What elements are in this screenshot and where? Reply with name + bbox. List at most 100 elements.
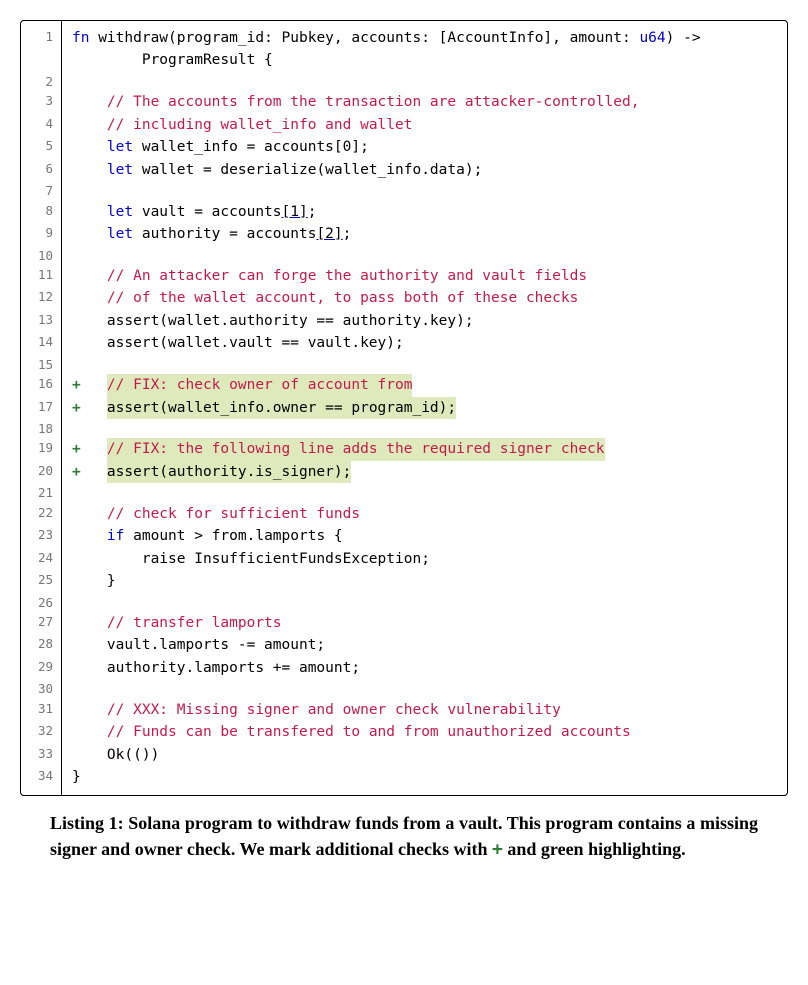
code-cell: [62, 246, 788, 265]
line-number: 2: [21, 72, 62, 91]
code-line: 15: [21, 355, 787, 374]
line-number: 15: [21, 355, 62, 374]
code-cell: [62, 679, 788, 698]
code-line: 11 // An attacker can forge the authorit…: [21, 265, 787, 287]
code-line: 19+ // FIX: the following line adds the …: [21, 438, 787, 460]
code-line: 25 }: [21, 570, 787, 592]
code-cell: // An attacker can forge the authority a…: [62, 265, 788, 287]
line-number: 20: [21, 461, 62, 483]
line-number: 29: [21, 657, 62, 679]
code-cell: + // FIX: check owner of account from: [62, 374, 788, 396]
line-number: 8: [21, 201, 62, 223]
line-number: 34: [21, 766, 62, 794]
code-cell: // including wallet_info and wallet: [62, 114, 788, 136]
line-number: 4: [21, 114, 62, 136]
code-cell: let vault = accounts[1];: [62, 201, 788, 223]
line-number: 30: [21, 679, 62, 698]
code-line: 7: [21, 181, 787, 200]
code-cell: }: [62, 570, 788, 592]
code-cell: [62, 483, 788, 502]
line-number: 1: [21, 21, 62, 72]
line-number: 22: [21, 503, 62, 525]
code-line: 31 // XXX: Missing signer and owner chec…: [21, 699, 787, 721]
code-table: 1fn withdraw(program_id: Pubkey, account…: [21, 21, 787, 795]
line-number: 21: [21, 483, 62, 502]
code-line: 21: [21, 483, 787, 502]
code-line: 4 // including wallet_info and wallet: [21, 114, 787, 136]
line-number: 6: [21, 159, 62, 181]
code-line: 8 let vault = accounts[1];: [21, 201, 787, 223]
listing-caption: Listing 1: Solana program to withdraw fu…: [50, 810, 758, 863]
line-number: 27: [21, 612, 62, 634]
caption-plus: +: [492, 839, 503, 860]
line-number: 13: [21, 310, 62, 332]
code-cell: [62, 355, 788, 374]
code-cell: + assert(wallet_info.owner == program_id…: [62, 397, 788, 419]
code-line: 24 raise InsufficientFundsException;: [21, 548, 787, 570]
line-number: 19: [21, 438, 62, 460]
code-cell: // The accounts from the transaction are…: [62, 91, 788, 113]
code-line: 32 // Funds can be transfered to and fro…: [21, 721, 787, 743]
diff-plus-marker: +: [72, 464, 107, 480]
line-number: 10: [21, 246, 62, 265]
line-number: 26: [21, 593, 62, 612]
code-line: 13 assert(wallet.authority == authority.…: [21, 310, 787, 332]
code-cell: [62, 593, 788, 612]
code-line: 18: [21, 419, 787, 438]
code-line: 16+ // FIX: check owner of account from: [21, 374, 787, 396]
code-line: 2: [21, 72, 787, 91]
code-cell: + assert(authority.is_signer);: [62, 461, 788, 483]
line-number: 9: [21, 223, 62, 245]
caption-prefix: Listing 1:: [50, 813, 128, 833]
code-cell: let authority = accounts[2];: [62, 223, 788, 245]
line-number: 7: [21, 181, 62, 200]
code-cell: }: [62, 766, 788, 794]
line-number: 17: [21, 397, 62, 419]
code-line: 23 if amount > from.lamports {: [21, 525, 787, 547]
code-cell: // Funds can be transfered to and from u…: [62, 721, 788, 743]
code-line: 3 // The accounts from the transaction a…: [21, 91, 787, 113]
code-line: 6 let wallet = deserialize(wallet_info.d…: [21, 159, 787, 181]
code-cell: // transfer lamports: [62, 612, 788, 634]
code-cell: Ok(()): [62, 744, 788, 766]
code-line: 17+ assert(wallet_info.owner == program_…: [21, 397, 787, 419]
code-cell: // of the wallet account, to pass both o…: [62, 287, 788, 309]
code-cell: authority.lamports += amount;: [62, 657, 788, 679]
code-line: 14 assert(wallet.vault == vault.key);: [21, 332, 787, 354]
code-line: 26: [21, 593, 787, 612]
line-number: 12: [21, 287, 62, 309]
code-line: 27 // transfer lamports: [21, 612, 787, 634]
line-number: 18: [21, 419, 62, 438]
code-line: 28 vault.lamports -= amount;: [21, 634, 787, 656]
caption-text-b: and green highlighting.: [503, 839, 686, 859]
code-line: 22 // check for sufficient funds: [21, 503, 787, 525]
code-listing-frame: 1fn withdraw(program_id: Pubkey, account…: [20, 20, 788, 796]
line-number: 5: [21, 136, 62, 158]
code-line: 1fn withdraw(program_id: Pubkey, account…: [21, 21, 787, 72]
code-line: 9 let authority = accounts[2];: [21, 223, 787, 245]
line-number: 31: [21, 699, 62, 721]
code-cell: [62, 72, 788, 91]
code-cell: let wallet = deserialize(wallet_info.dat…: [62, 159, 788, 181]
code-line: 30: [21, 679, 787, 698]
diff-plus-marker: +: [72, 377, 107, 393]
line-number: 33: [21, 744, 62, 766]
code-line: 20+ assert(authority.is_signer);: [21, 461, 787, 483]
line-number: 11: [21, 265, 62, 287]
code-line: 34}: [21, 766, 787, 794]
line-number: 28: [21, 634, 62, 656]
line-number: 32: [21, 721, 62, 743]
code-line: 10: [21, 246, 787, 265]
line-number: 25: [21, 570, 62, 592]
code-cell: vault.lamports -= amount;: [62, 634, 788, 656]
code-cell: if amount > from.lamports {: [62, 525, 788, 547]
code-cell: let wallet_info = accounts[0];: [62, 136, 788, 158]
code-cell: [62, 419, 788, 438]
line-number: 3: [21, 91, 62, 113]
code-cell: assert(wallet.authority == authority.key…: [62, 310, 788, 332]
code-line: 12 // of the wallet account, to pass bot…: [21, 287, 787, 309]
code-line: 5 let wallet_info = accounts[0];: [21, 136, 787, 158]
line-number: 14: [21, 332, 62, 354]
code-cell: [62, 181, 788, 200]
code-cell: assert(wallet.vault == vault.key);: [62, 332, 788, 354]
